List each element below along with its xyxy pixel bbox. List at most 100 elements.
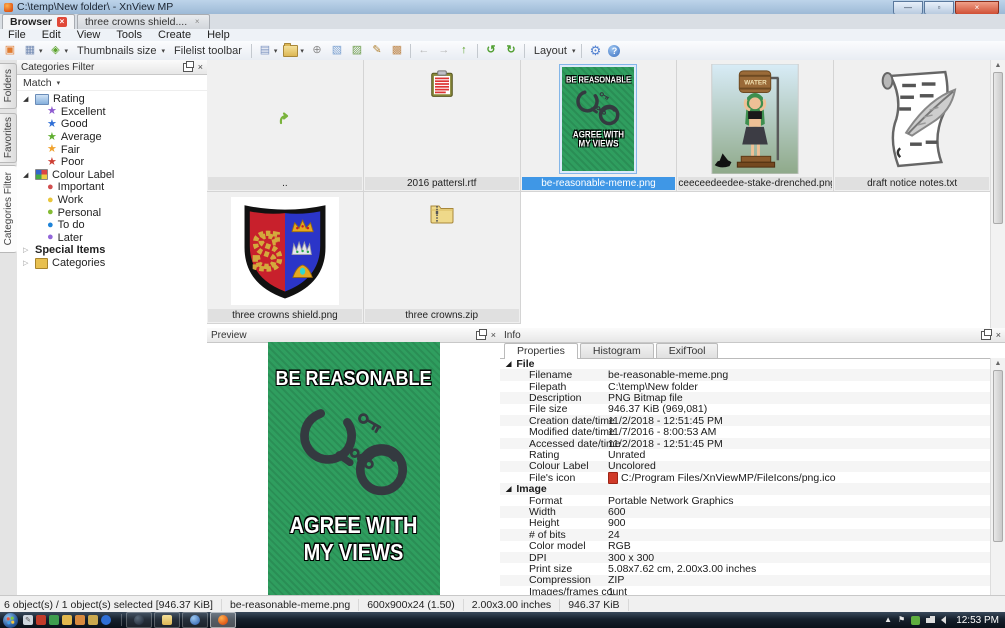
menu-file[interactable]: File	[0, 29, 34, 41]
thumbnail-options-button[interactable]: ▤▾	[256, 43, 280, 59]
expand-icon[interactable]: ▷	[23, 246, 31, 254]
menu-tools[interactable]: Tools	[108, 29, 150, 41]
scroll-up-icon[interactable]: ▲	[991, 60, 1005, 72]
tab-close-icon[interactable]: ×	[192, 17, 202, 27]
browser-quicklaunch-icon[interactable]	[101, 615, 111, 625]
menu-create[interactable]: Create	[150, 29, 199, 41]
float-panel-icon[interactable]	[183, 63, 193, 72]
quicklaunch-icon[interactable]	[36, 615, 46, 625]
browser-scrollbar[interactable]: ▲	[990, 60, 1005, 328]
show-hidden-icons-button[interactable]: ▲	[884, 616, 892, 624]
edit-image-button[interactable]: ✎	[368, 43, 386, 59]
picture-quicklaunch-icon[interactable]	[75, 615, 85, 625]
panel-tab-categories-filter[interactable]: Categories Filter	[0, 165, 17, 253]
tree-item-rating[interactable]: ◢ Rating	[17, 93, 207, 106]
start-button[interactable]	[3, 613, 18, 628]
tab-close-icon[interactable]: ×	[57, 17, 67, 27]
show-image-button[interactable]: ▧	[328, 43, 346, 59]
close-icon: ×	[975, 4, 980, 12]
tab-properties[interactable]: Properties	[504, 343, 578, 359]
taskbar-app-1[interactable]	[126, 612, 152, 628]
menu-help[interactable]: Help	[199, 29, 238, 41]
folder-quicklaunch-icon[interactable]	[88, 615, 98, 625]
menu-edit[interactable]: Edit	[34, 29, 69, 41]
panel-tab-folders[interactable]: Folders	[0, 63, 17, 109]
tab-browser[interactable]: Browser ×	[2, 14, 75, 29]
expand-icon[interactable]: ◢	[506, 485, 511, 493]
float-panel-icon[interactable]	[476, 331, 486, 340]
folder-history-button[interactable]: ▾	[281, 43, 306, 59]
scrollbar-thumb[interactable]	[993, 370, 1003, 542]
file-cell-cartoon[interactable]: WATER ceeceedeed	[677, 60, 834, 192]
refresh-button[interactable]: ↺	[482, 43, 500, 59]
thumbnails-size-button[interactable]: Thumbnails size▾	[72, 43, 167, 59]
tree-item-poor[interactable]: ★Poor	[17, 156, 207, 169]
close-panel-icon[interactable]: ×	[491, 331, 496, 340]
file-cell-rtf[interactable]: 2016 pattersl.rtf	[364, 60, 521, 192]
parent-folder-button[interactable]: ↑	[455, 43, 473, 59]
taskbar-clock[interactable]: 12:53 PM	[952, 615, 999, 626]
match-dropdown[interactable]: Match ▾	[17, 75, 207, 91]
info-scrollbar[interactable]: ▲	[990, 358, 1005, 595]
tree-item-special-items[interactable]: ▷ Special Items	[17, 244, 207, 257]
tree-item-fair[interactable]: ★Fair	[17, 143, 207, 156]
tray-app-icon[interactable]	[911, 616, 920, 625]
tree-item-important[interactable]: ●Important	[17, 181, 207, 194]
taskbar-app-xnview[interactable]	[210, 612, 236, 628]
reload-thumbnails-button[interactable]: ↻	[502, 43, 520, 59]
tree-item-categories[interactable]: ▷ Categories	[17, 257, 207, 270]
tag-button[interactable]: ⊕	[308, 43, 326, 59]
folder-quicklaunch-icon[interactable]	[62, 615, 72, 625]
filelist-toolbar-button[interactable]: Filelist toolbar	[169, 43, 247, 59]
settings-button[interactable]: ⚙	[586, 43, 604, 59]
sort-button[interactable]: ◈▾	[47, 43, 71, 59]
action-center-flag-icon[interactable]: ⚑	[898, 616, 905, 624]
expand-icon[interactable]: ▷	[23, 259, 31, 267]
capture-button[interactable]: ▩	[388, 43, 406, 59]
tree-item-personal[interactable]: ●Personal	[17, 206, 207, 219]
tree-item-good[interactable]: ★Good	[17, 118, 207, 131]
tab-exiftool[interactable]: ExifTool	[656, 343, 719, 358]
tree-item-to-do[interactable]: ●To do	[17, 219, 207, 232]
export-image-button[interactable]: ▨	[348, 43, 366, 59]
menu-view[interactable]: View	[69, 29, 109, 41]
restore-button[interactable]: ▫	[924, 1, 954, 15]
taskbar-app-browser[interactable]	[182, 612, 208, 628]
float-panel-icon[interactable]	[981, 331, 991, 340]
tab-histogram[interactable]: Histogram	[580, 343, 654, 358]
minimize-button[interactable]: —	[893, 1, 923, 15]
folder-quicklaunch-icon[interactable]	[49, 615, 59, 625]
file-cell-meme-selected[interactable]: BE REASONABLE	[521, 60, 678, 192]
close-button[interactable]: ×	[955, 1, 999, 15]
view-mode-button[interactable]: ▦▾	[21, 43, 45, 59]
close-panel-icon[interactable]: ×	[198, 63, 203, 72]
tree-item-excellent[interactable]: ★Excellent	[17, 106, 207, 119]
file-cell-shield[interactable]: S	[207, 192, 364, 324]
tree-item-work[interactable]: ●Work	[17, 194, 207, 207]
fullscreen-button[interactable]: ▣	[1, 43, 19, 59]
layout-button[interactable]: Layout▾	[529, 43, 578, 59]
notepad-quicklaunch-icon[interactable]: ✎	[23, 615, 33, 625]
volume-icon[interactable]	[941, 616, 946, 624]
forward-button[interactable]: →	[435, 43, 453, 59]
panel-tab-favorites[interactable]: Favorites	[0, 113, 17, 163]
close-panel-icon[interactable]: ×	[996, 331, 1001, 340]
back-button[interactable]: ←	[415, 43, 433, 59]
help-button[interactable]: ?	[606, 43, 622, 59]
tree-item-later[interactable]: ●Later	[17, 232, 207, 245]
scrollbar-thumb[interactable]	[993, 72, 1003, 224]
expand-icon[interactable]: ◢	[23, 95, 31, 103]
expand-icon[interactable]: ◢	[506, 360, 511, 368]
expand-icon[interactable]: ◢	[23, 171, 31, 179]
tab-three-crowns-shield[interactable]: three crowns shield.... ×	[77, 14, 210, 29]
taskbar-app-explorer[interactable]	[154, 612, 180, 628]
tree-item-colour-label[interactable]: ◢ Colour Label	[17, 169, 207, 182]
tree-item-average[interactable]: ★Average	[17, 131, 207, 144]
network-icon[interactable]	[926, 616, 935, 624]
section-file[interactable]: ◢File	[500, 358, 991, 369]
section-image[interactable]: ◢Image	[500, 483, 991, 494]
file-cell-parent[interactable]: ..	[207, 60, 364, 192]
file-cell-zip[interactable]: three crowns.zip	[364, 192, 521, 324]
scroll-up-icon[interactable]: ▲	[991, 358, 1005, 370]
file-cell-txt[interactable]: draft notice notes.txt	[834, 60, 991, 192]
